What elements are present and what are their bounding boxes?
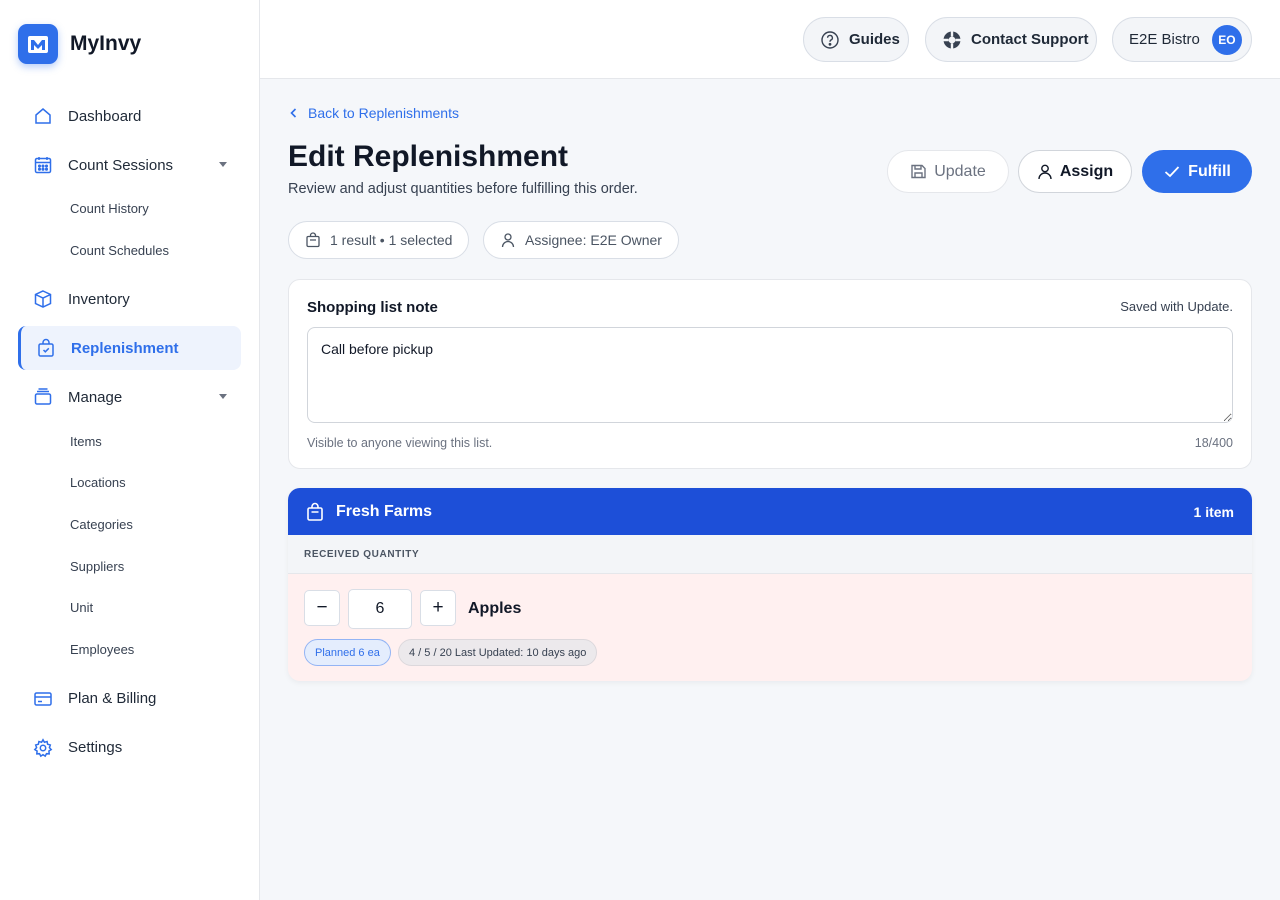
home-icon <box>35 108 51 124</box>
layers-icon <box>34 388 52 406</box>
fulfill-label: Fulfill <box>1188 162 1231 180</box>
sidebar-item-label: Count Sessions <box>68 156 174 174</box>
shopping-bag-icon <box>306 232 320 248</box>
decrement-button[interactable]: − <box>304 590 340 626</box>
lifebuoy-icon <box>943 31 961 48</box>
sidebar-item-settings[interactable]: Settings <box>18 726 241 770</box>
assignee-chip-label: Assignee: E2E Owner <box>525 232 662 248</box>
back-link-label: Back to Replenishments <box>308 105 459 121</box>
chevron-down-icon[interactable] <box>219 394 227 400</box>
credit-card-icon <box>34 691 52 706</box>
note-char-counter: 18/400 <box>1194 436 1233 450</box>
supplier-group-fresh-farms: Fresh Farms 1 item RECEIVED QUANTITY − +… <box>288 488 1252 681</box>
fulfill-button[interactable]: Fulfill <box>1142 150 1252 193</box>
contact-support-label: Contact Support <box>971 31 1089 48</box>
results-chip-label: 1 result • 1 selected <box>330 232 453 248</box>
sidebar-item-items[interactable]: Items <box>18 420 241 462</box>
avatar: EO <box>1211 24 1242 55</box>
chevron-left-icon <box>290 108 297 118</box>
assign-button[interactable]: Assign <box>1018 150 1132 193</box>
contact-support-button[interactable]: Contact Support <box>925 17 1097 62</box>
update-button[interactable]: Update <box>887 150 1009 193</box>
account-menu[interactable]: E2E Bistro EO <box>1112 17 1252 62</box>
shopping-list-note-input[interactable]: Call before pickup <box>307 327 1233 423</box>
brand[interactable]: MyInvy <box>18 24 141 64</box>
sidebar-nav: Dashboard Count Sessions Count History C… <box>18 94 241 775</box>
sidebar-item-label: Settings <box>68 739 123 756</box>
sidebar-item-locations[interactable]: Locations <box>18 462 241 504</box>
sidebar-item-manage[interactable]: Manage <box>18 375 241 419</box>
calendar-icon <box>34 157 52 174</box>
note-card-title: Shopping list note <box>307 299 438 316</box>
check-icon <box>1165 166 1180 178</box>
box-icon <box>34 290 52 309</box>
count-sessions-submenu: Count History Count Schedules <box>18 188 241 271</box>
sidebar: MyInvy Dashboard Count Sessions Count Hi… <box>0 0 260 900</box>
page-subtitle: Review and adjust quantities before fulf… <box>288 181 638 197</box>
planned-badge: Planned 6 ea <box>304 639 391 666</box>
note-visibility-hint: Visible to anyone viewing this list. <box>307 436 493 450</box>
manage-submenu: Items Locations Categories Suppliers Uni… <box>18 420 241 670</box>
sidebar-item-categories[interactable]: Categories <box>18 504 241 546</box>
sidebar-item-replenishment[interactable]: Replenishment <box>18 326 241 371</box>
sidebar-item-count-history[interactable]: Count History <box>18 188 241 230</box>
sidebar-item-dashboard[interactable]: Dashboard <box>18 94 241 138</box>
brand-name: MyInvy <box>70 32 142 55</box>
sidebar-item-unit[interactable]: Unit <box>18 587 241 629</box>
supplier-header[interactable]: Fresh Farms 1 item <box>288 488 1252 535</box>
save-icon <box>911 164 926 179</box>
sidebar-item-label: Inventory <box>68 290 130 308</box>
increment-button[interactable]: + <box>420 590 456 626</box>
note-saved-hint: Saved with Update. <box>1120 299 1233 314</box>
brand-logo-icon <box>18 24 58 64</box>
quantity-stepper[interactable] <box>348 589 412 629</box>
assign-label: Assign <box>1059 162 1114 180</box>
sidebar-item-count-schedules[interactable]: Count Schedules <box>18 230 241 272</box>
sidebar-item-inventory[interactable]: Inventory <box>18 277 241 321</box>
supplier-item-count: 1 item <box>1193 504 1234 520</box>
item-name: Apples <box>468 600 522 617</box>
page-title: Edit Replenishment <box>288 140 569 173</box>
guides-label: Guides <box>849 31 900 48</box>
sidebar-item-label: Dashboard <box>68 107 142 125</box>
sidebar-item-plan-billing[interactable]: Plan & Billing <box>18 677 241 721</box>
sidebar-item-label: Manage <box>68 388 123 406</box>
shopping-bag-icon <box>38 339 54 358</box>
gear-icon <box>33 737 53 757</box>
results-chip: 1 result • 1 selected <box>288 221 470 259</box>
help-circle-icon <box>821 30 839 49</box>
back-link[interactable]: Back to Replenishments <box>289 105 459 121</box>
update-label: Update <box>934 162 986 180</box>
sidebar-item-label: Replenishment <box>71 339 179 357</box>
sidebar-item-label: Plan & Billing <box>68 690 157 707</box>
sidebar-item-suppliers[interactable]: Suppliers <box>18 545 241 587</box>
user-icon <box>1038 164 1052 180</box>
assignee-chip: Assignee: E2E Owner <box>483 221 679 259</box>
user-icon <box>501 233 515 248</box>
account-name: E2E Bistro <box>1129 31 1200 48</box>
column-header-received-quantity: RECEIVED QUANTITY <box>288 535 1252 574</box>
supplier-name: Fresh Farms <box>336 502 433 520</box>
sidebar-item-count-sessions[interactable]: Count Sessions <box>18 143 241 187</box>
guides-button[interactable]: Guides <box>803 17 909 62</box>
stock-info-badge: 4 / 5 / 20 Last Updated: 10 days ago <box>398 639 598 666</box>
main-content: Back to Replenishments Edit Replenishmen… <box>260 79 1280 900</box>
sidebar-item-employees[interactable]: Employees <box>18 629 241 671</box>
shopping-list-note-card: Shopping list note Saved with Update. Ca… <box>288 279 1252 469</box>
chevron-down-icon[interactable] <box>219 162 227 167</box>
table-row: − + Apples Planned 6 ea 4 / 5 / 20 Last … <box>288 574 1252 681</box>
shopping-bag-icon <box>307 502 323 521</box>
topbar: Guides Contact Support E2E Bistro EO <box>260 0 1280 79</box>
